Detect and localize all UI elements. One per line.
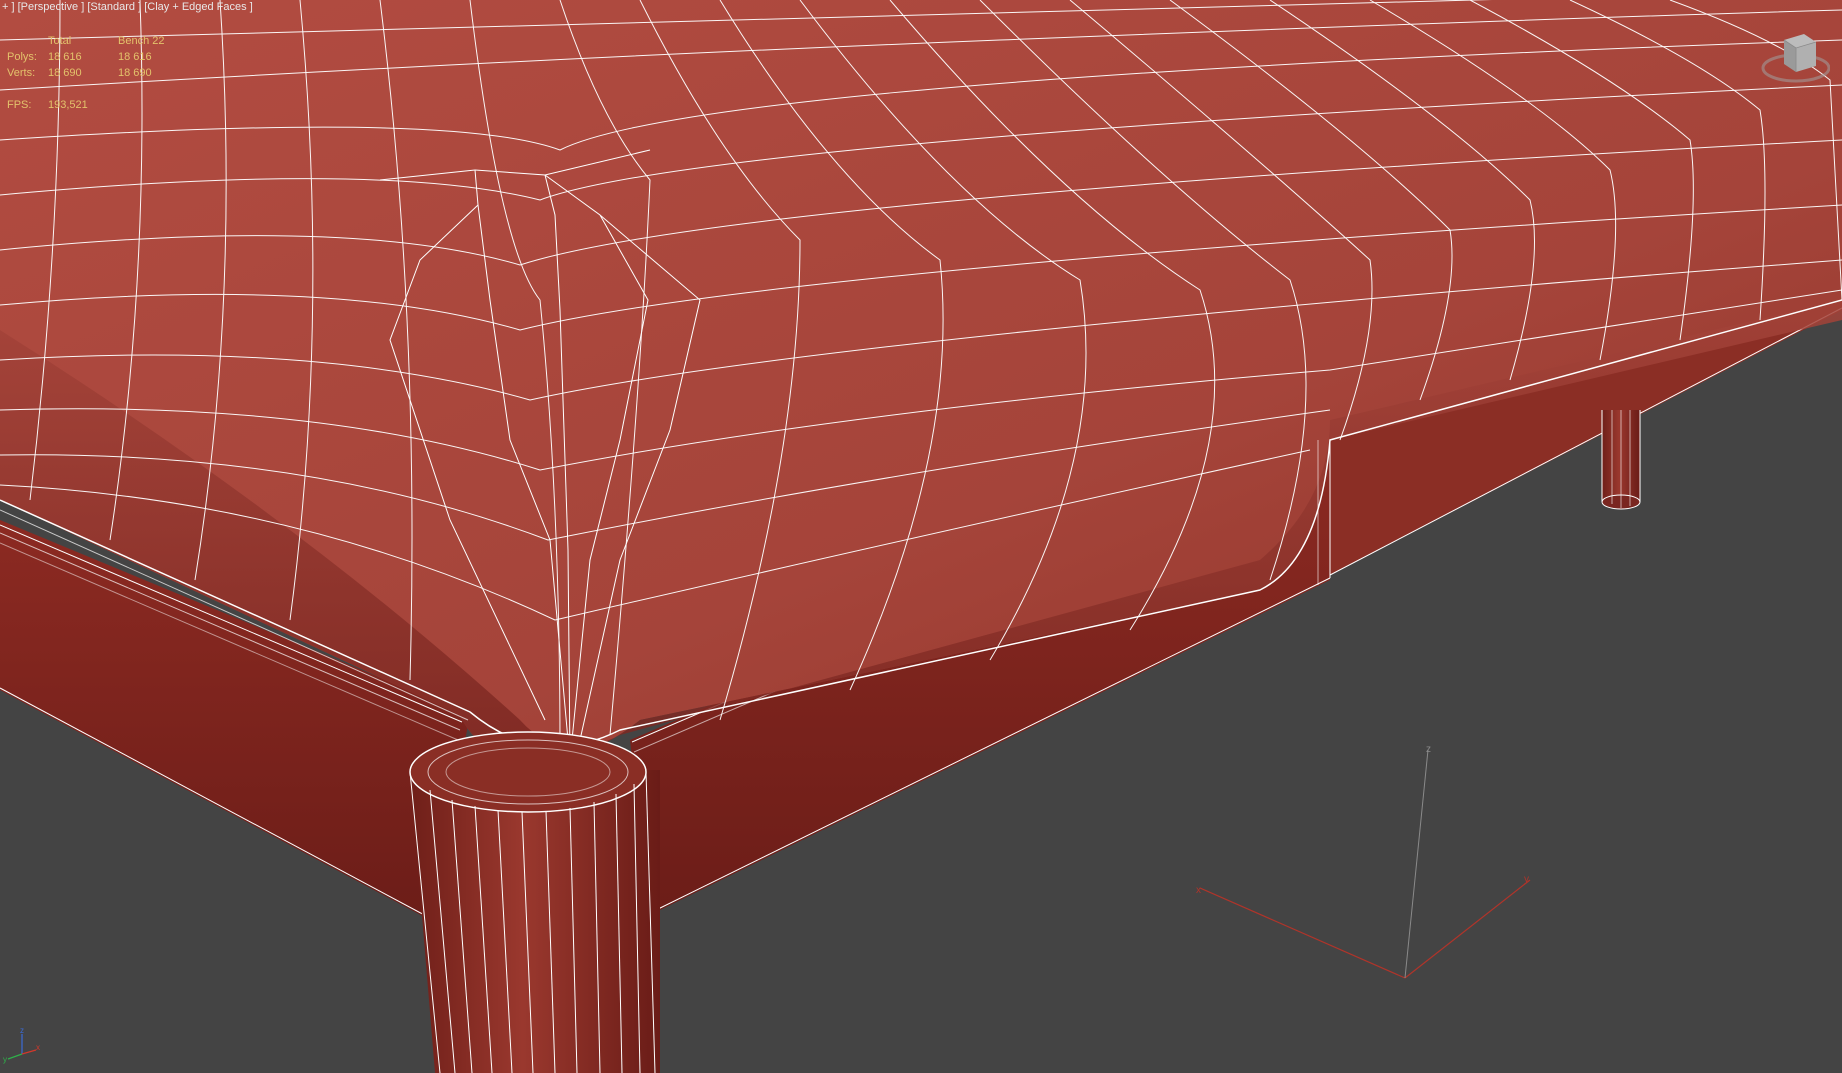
label-sep: ] <box>249 1 253 13</box>
viewport-preview-menu[interactable]: Standard <box>90 1 135 13</box>
perspective-viewport[interactable]: x y z + ] [Perspective ] [Standard ] [Cl… <box>0 0 1842 1073</box>
viewport-shading-menu[interactable]: Clay + Edged Faces <box>147 1 246 13</box>
stats-total-header: Total <box>48 35 72 47</box>
bench-far-leg[interactable] <box>1601 410 1641 510</box>
label-sep: ] [ <box>81 1 91 13</box>
stats-verts-object: 18 690 <box>118 67 152 79</box>
stats-header-row: Total Bench 22 <box>7 33 177 49</box>
bench-front-leg[interactable] <box>409 731 660 1073</box>
stats-fps-value: 193,521 <box>48 99 88 111</box>
axis-tripod-icon: z y x <box>3 1026 40 1064</box>
svg-text:y: y <box>3 1055 7 1064</box>
svg-text:z: z <box>1426 744 1431 755</box>
stats-polys-label: Polys: <box>7 51 37 63</box>
viewcube-icon[interactable] <box>1758 28 1830 88</box>
viewport-statistics: Total Bench 22 Polys: 18 616 18 616 Vert… <box>7 33 177 111</box>
viewport-point-of-view-menu[interactable]: Perspective <box>21 1 78 13</box>
stats-verts-row: Verts: 18 690 18 690 <box>7 65 177 81</box>
stats-polys-row: Polys: 18 616 18 616 <box>7 49 177 65</box>
svg-text:x: x <box>36 1043 40 1052</box>
stats-verts-label: Verts: <box>7 67 36 79</box>
viewport-menu-plus[interactable]: + <box>2 1 8 13</box>
label-sep: ] [ <box>11 1 21 13</box>
stats-verts-total: 18 690 <box>48 67 82 79</box>
label-sep: ] [ <box>138 1 148 13</box>
svg-text:y: y <box>1524 874 1529 885</box>
svg-text:x: x <box>1196 885 1201 896</box>
stats-polys-total: 18 616 <box>48 51 82 63</box>
viewport-scene[interactable]: x y z <box>0 0 1842 1073</box>
stats-polys-object: 18 616 <box>118 51 152 63</box>
stats-object-header: Bench 22 <box>118 35 165 47</box>
viewport-label[interactable]: + ] [Perspective ] [Standard ] [Clay + E… <box>2 1 253 13</box>
stats-fps-row: FPS: 193,521 <box>7 97 177 113</box>
stats-fps-label: FPS: <box>7 99 32 111</box>
svg-text:z: z <box>20 1026 24 1035</box>
